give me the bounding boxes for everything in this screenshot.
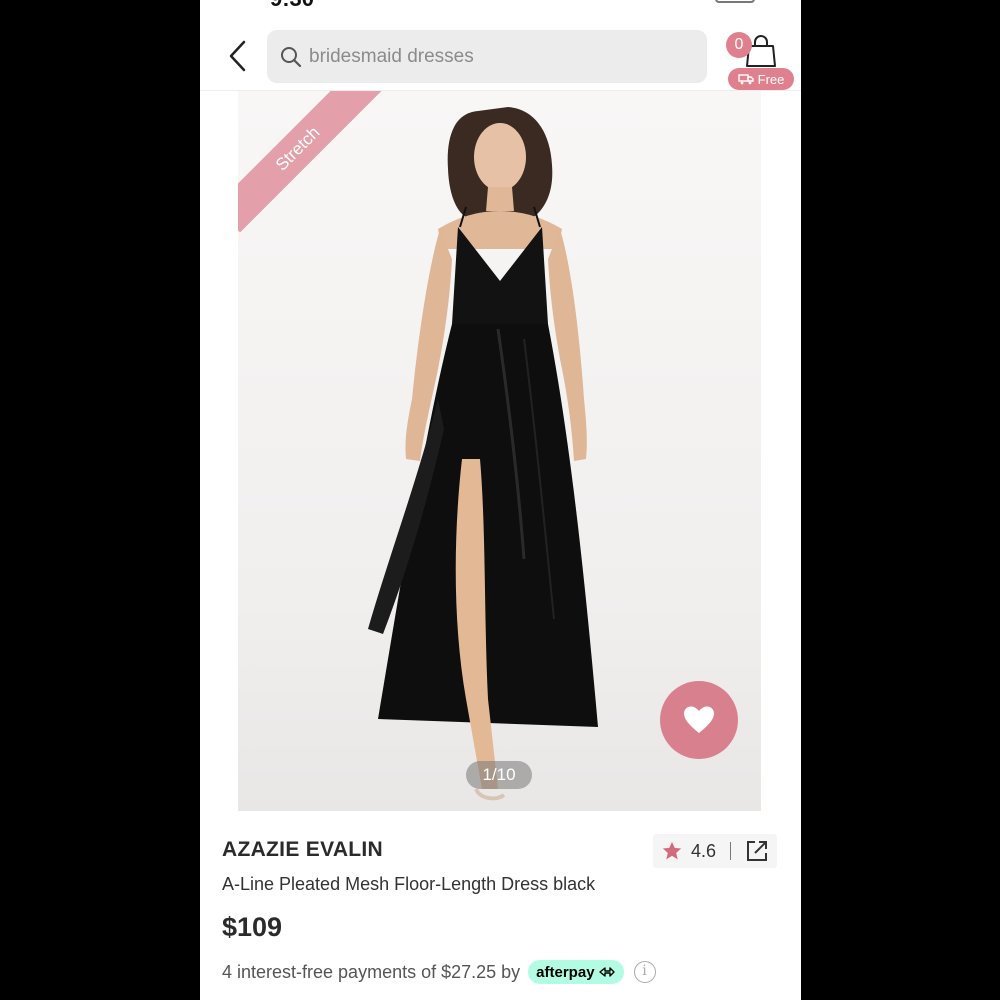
free-label: Free (757, 71, 785, 87)
cart-button[interactable]: 0 Free (726, 28, 796, 92)
chevron-left-icon (229, 40, 246, 72)
free-shipping-badge: Free (728, 68, 794, 90)
installments-row: 4 interest-free payments of $27.25 by af… (222, 960, 656, 984)
info-icon[interactable]: i (633, 961, 656, 983)
search-icon (281, 46, 302, 67)
delivery-truck-icon (737, 74, 754, 85)
wishlist-button[interactable] (660, 681, 738, 759)
product-brand: AZAZIE EVALIN (222, 838, 384, 861)
afterpay-badge[interactable]: afterpay (528, 960, 624, 984)
star-icon (662, 841, 682, 860)
product-price: $109 (222, 912, 283, 942)
top-bar: bridesmaid dresses 0 Free (200, 22, 801, 90)
rating-divider (730, 842, 732, 860)
heart-icon (684, 706, 714, 733)
afterpay-label: afterpay (536, 963, 595, 981)
rating-value: 4.6 (691, 840, 717, 861)
status-time: 9:30 (270, 0, 314, 12)
battery-icon (715, 0, 755, 3)
search-query: bridesmaid dresses (309, 45, 474, 67)
installments-text: 4 interest-free payments of $27.25 by (222, 961, 521, 982)
status-bar: 9:30 (200, 0, 801, 11)
rating-share-bar: 4.6 (653, 834, 777, 868)
model-photo (368, 107, 598, 801)
image-counter: 1/10 (466, 761, 532, 789)
product-title: A-Line Pleated Mesh Floor-Length Dress b… (222, 874, 596, 894)
phone-screen: 9:30 bridesmaid dresses 0 (200, 0, 801, 1000)
share-icon[interactable] (745, 839, 769, 863)
cart-count-badge: 0 (726, 32, 752, 58)
afterpay-logo-icon (598, 967, 615, 977)
back-button[interactable] (222, 34, 256, 78)
product-image-gallery[interactable]: Stretch 1/10 (238, 91, 761, 811)
search-input[interactable]: bridesmaid dresses (267, 30, 707, 83)
